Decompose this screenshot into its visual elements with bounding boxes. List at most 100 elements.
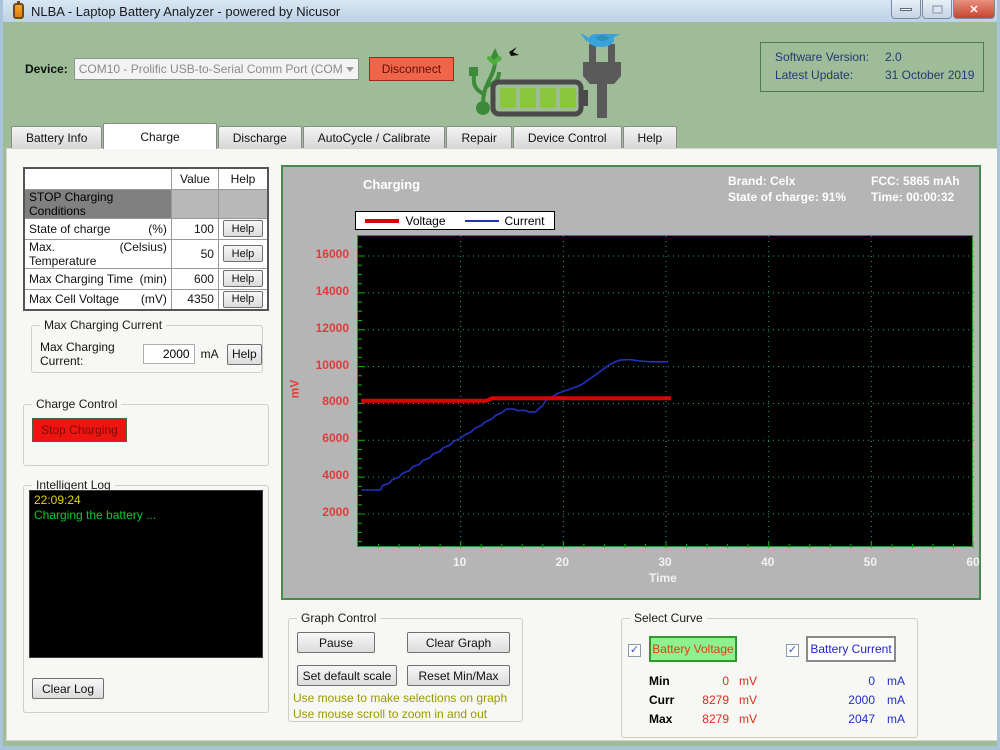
condition-value[interactable]: 100 xyxy=(171,218,218,239)
condition-unit: (Celsius) xyxy=(120,240,167,268)
small-bird-icon xyxy=(509,47,519,56)
condition-value[interactable]: 4350 xyxy=(171,289,218,310)
min-row: Min 0 mV 0 mA xyxy=(649,674,909,690)
current-checkbox[interactable]: ✓ xyxy=(786,644,799,657)
help-button[interactable]: Help xyxy=(223,245,263,262)
bird-icon xyxy=(579,34,623,47)
voltage-max-value: 8279 xyxy=(683,712,729,726)
legend-current-label: Current xyxy=(505,214,545,228)
max-row: Max 8279 mV 2047 mA xyxy=(649,712,909,728)
capacity-info-block: FCC: 5865 mAh Time: 00:00:32 xyxy=(871,173,960,205)
table-row: State of charge (%) 100 Help xyxy=(24,218,268,239)
current-unit: mA xyxy=(887,712,905,726)
table-row-section: STOP Charging Conditions xyxy=(24,189,268,218)
minimize-button[interactable] xyxy=(891,0,921,19)
tab-repair[interactable]: Repair xyxy=(446,126,511,149)
curr-label: Curr xyxy=(649,693,674,707)
disconnect-button[interactable]: Disconnect xyxy=(369,57,454,81)
close-icon: ✕ xyxy=(969,3,978,16)
battery-app-icon xyxy=(13,3,24,19)
curr-row: Curr 8279 mV 2000 mA xyxy=(649,693,909,709)
max-charging-current-input[interactable] xyxy=(143,344,195,364)
x-tick-label: 30 xyxy=(649,555,681,569)
max-charging-current-label: Max Charging Current: xyxy=(40,340,137,368)
chart-title: Charging xyxy=(363,177,420,192)
log-entry-time: 22:09:24 xyxy=(34,493,258,508)
tab-discharge[interactable]: Discharge xyxy=(218,126,302,149)
current-max-value: 2047 xyxy=(829,712,875,726)
tab-battery-info[interactable]: Battery Info xyxy=(11,126,102,149)
condition-value[interactable]: 600 xyxy=(171,268,218,289)
help-button[interactable]: Help xyxy=(227,344,262,365)
voltage-unit: mV xyxy=(739,674,757,688)
latest-update-label: Latest Update: xyxy=(775,68,885,82)
min-label: Min xyxy=(649,674,670,688)
y-tick-label: 12000 xyxy=(297,321,349,335)
max-charging-current-group: Max Charging Current Max Charging Curren… xyxy=(31,325,263,373)
soc-label: State of charge: xyxy=(728,190,819,204)
y-tick-label: 14000 xyxy=(297,284,349,298)
window-title: NLBA - Laptop Battery Analyzer - powered… xyxy=(31,4,340,19)
pause-button[interactable]: Pause xyxy=(297,632,375,653)
minimize-icon xyxy=(900,8,912,11)
current-unit: mA xyxy=(887,693,905,707)
current-min-value: 0 xyxy=(829,674,875,688)
tab-device-control[interactable]: Device Control xyxy=(513,126,622,149)
maximize-button[interactable] xyxy=(922,0,952,19)
tab-help[interactable]: Help xyxy=(623,126,678,149)
clear-graph-button[interactable]: Clear Graph xyxy=(407,632,510,653)
y-tick-label: 4000 xyxy=(297,468,349,482)
set-default-scale-button[interactable]: Set default scale xyxy=(297,665,397,686)
table-row: Max Cell Voltage (mV) 4350 Help xyxy=(24,289,268,310)
condition-label: Max Cell Voltage xyxy=(29,292,119,306)
table-row: Max. Temperature(Celsius) 50 Help xyxy=(24,239,268,268)
condition-value[interactable]: 50 xyxy=(171,239,218,268)
condition-unit: (%) xyxy=(148,222,167,236)
chart-legend: Voltage Current xyxy=(355,211,555,230)
voltage-unit: mV xyxy=(739,693,757,707)
battery-current-button[interactable]: Battery Current xyxy=(806,636,896,662)
voltage-unit: mV xyxy=(739,712,757,726)
battery-voltage-button[interactable]: Battery Voltage xyxy=(649,636,737,662)
y-tick-label: 16000 xyxy=(297,247,349,261)
brand-value: Celx xyxy=(770,174,795,188)
condition-unit: (min) xyxy=(140,272,167,286)
y-tick-label: 6000 xyxy=(297,431,349,445)
group-label: Select Curve xyxy=(630,611,707,625)
current-curr-value: 2000 xyxy=(829,693,875,707)
chart-plot-area[interactable] xyxy=(357,235,973,547)
help-button[interactable]: Help xyxy=(223,270,263,287)
table-header-help: Help xyxy=(218,168,268,189)
fcc-value: 5865 mAh xyxy=(903,174,960,188)
close-button[interactable]: ✕ xyxy=(953,0,995,19)
x-tick-label: 10 xyxy=(444,555,476,569)
intelligent-log-group: Intelligent Log 22:09:24 Charging the ba… xyxy=(23,485,269,713)
plug-icon xyxy=(583,44,621,118)
tab-charge[interactable]: Charge xyxy=(103,123,216,149)
latest-update-value: 31 October 2019 xyxy=(885,68,974,82)
mouse-selection-hint: Use mouse to make selections on graph xyxy=(293,691,507,705)
x-tick-label: 60 xyxy=(957,555,989,569)
battery-info-block: Brand: Celx State of charge: 91% xyxy=(728,173,846,205)
tab-autocycle-calibrate[interactable]: AutoCycle / Calibrate xyxy=(303,126,446,149)
y-tick-label: 10000 xyxy=(297,358,349,372)
version-box: Software Version: 2.0 Latest Update: 31 … xyxy=(760,42,984,92)
stop-charging-button[interactable]: Stop Charging xyxy=(32,418,127,442)
title-bar: NLBA - Laptop Battery Analyzer - powered… xyxy=(3,0,1000,22)
reset-min-max-button[interactable]: Reset Min/Max xyxy=(407,665,510,686)
fcc-label: FCC: xyxy=(871,174,900,188)
clear-log-button[interactable]: Clear Log xyxy=(32,678,104,699)
software-version-label: Software Version: xyxy=(775,50,885,64)
help-button[interactable]: Help xyxy=(223,220,263,237)
group-label: Charge Control xyxy=(32,397,121,411)
device-combobox[interactable]: COM10 - Prolific USB-to-Serial Comm Port… xyxy=(74,58,359,80)
voltage-checkbox[interactable]: ✓ xyxy=(628,644,641,657)
condition-unit: (mV) xyxy=(141,292,167,306)
app-logo xyxy=(465,34,635,122)
help-button[interactable]: Help xyxy=(223,291,263,308)
log-output[interactable]: 22:09:24 Charging the battery ... xyxy=(29,490,263,658)
soc-value: 91% xyxy=(822,190,846,204)
condition-label: State of charge xyxy=(29,222,110,236)
voltage-curr-value: 8279 xyxy=(683,693,729,707)
device-row: Device: COM10 - Prolific USB-to-Serial C… xyxy=(25,57,454,81)
